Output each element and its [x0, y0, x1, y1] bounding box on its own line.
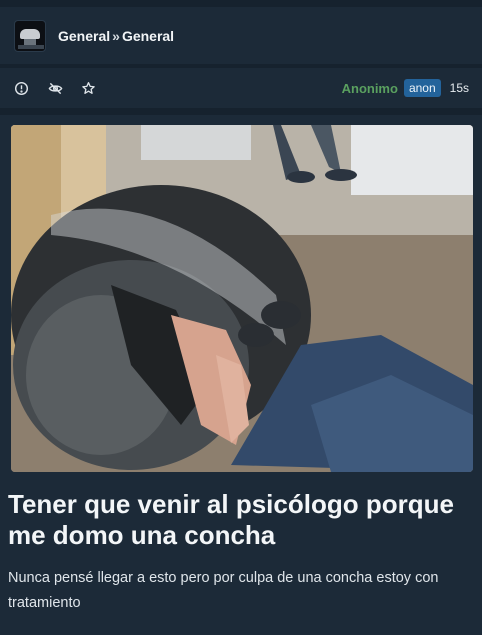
- breadcrumb-separator: »: [112, 27, 120, 44]
- alert-circle-icon[interactable]: [12, 79, 30, 97]
- eye-off-icon[interactable]: [46, 79, 64, 97]
- author-name[interactable]: Anonimo: [342, 81, 398, 96]
- post-body: Nunca pensé llegar a esto pero por culpa…: [8, 570, 439, 611]
- breadcrumb-channel[interactable]: General: [122, 28, 174, 44]
- post-title[interactable]: Tener que venir al psicólogo porque me d…: [8, 489, 474, 551]
- post-age: 15s: [449, 81, 469, 95]
- community-avatar[interactable]: [14, 19, 46, 52]
- breadcrumb-community[interactable]: General: [58, 28, 110, 44]
- post-meta-bar: Anonimo anon 15s: [0, 68, 482, 108]
- anon-badge: anon: [403, 79, 441, 97]
- post-image[interactable]: [11, 125, 473, 472]
- top-bar: General » General: [0, 7, 482, 64]
- post-card: Tener que venir al psicólogo porque me d…: [0, 115, 482, 635]
- star-icon[interactable]: [79, 79, 97, 97]
- breadcrumb: General » General: [58, 28, 174, 44]
